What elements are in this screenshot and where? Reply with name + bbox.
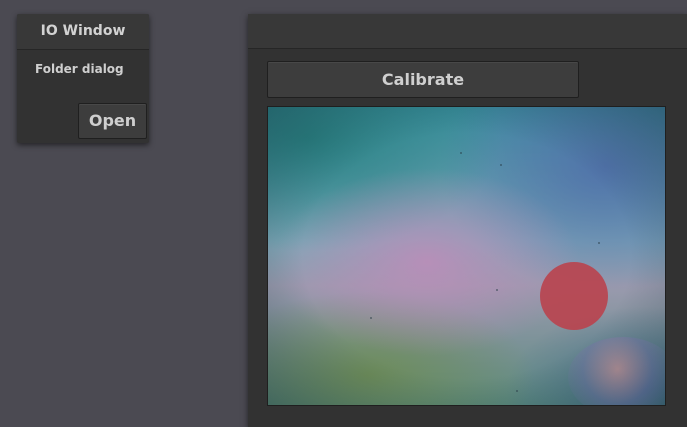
dust-speck [460, 152, 462, 154]
dust-speck [496, 289, 498, 291]
io-window-title[interactable]: IO Window [17, 14, 149, 50]
red-target-spot [540, 262, 608, 330]
camera-panel-titlebar[interactable] [248, 14, 687, 49]
io-window-panel: IO Window Folder dialog Open [17, 14, 149, 143]
open-button[interactable]: Open [78, 103, 147, 139]
dust-speck [500, 164, 502, 166]
dust-speck [598, 242, 600, 244]
camera-feed-image [267, 106, 666, 406]
dust-speck [370, 317, 372, 319]
calibrate-button[interactable]: Calibrate [267, 61, 579, 98]
camera-panel: Calibrate [248, 14, 687, 427]
dust-speck [516, 390, 518, 392]
folder-dialog-label: Folder dialog [35, 62, 124, 76]
